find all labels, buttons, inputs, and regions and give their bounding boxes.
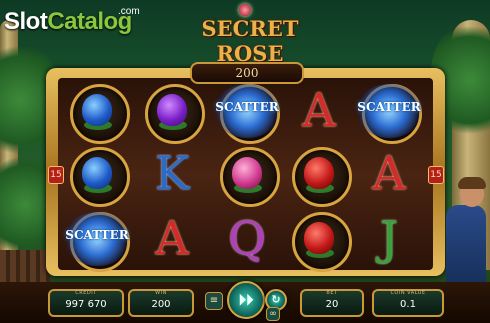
reel-5-symbol-1: SCATTER — [354, 80, 424, 144]
reel-4-symbol-1: A — [284, 80, 354, 140]
letter-j-symbol: J — [379, 211, 399, 265]
bet-value: 20 — [325, 299, 339, 310]
logo-suffix: .com — [118, 6, 140, 17]
credit-panel: CREDIT 997 670 — [48, 289, 124, 317]
bet-panel[interactable]: BET 20 — [300, 289, 364, 317]
scatter-label: SCATTER — [357, 100, 421, 114]
red-rose-icon — [304, 157, 334, 189]
bet-label: BET — [326, 290, 338, 296]
spin-play-icon: ⏵⏵ — [238, 291, 254, 309]
reel-5-symbol-3: J — [354, 208, 424, 268]
scatter-label: SCATTER — [65, 228, 129, 242]
win-panel: WIN 200 — [128, 289, 194, 317]
scatter-label: SCATTER — [215, 100, 279, 114]
spin-button[interactable]: ⏵⏵ — [227, 281, 265, 319]
pink-rose-icon — [232, 157, 262, 189]
logo-text-slot: Slot — [4, 8, 48, 35]
letter-q-symbol: Q — [228, 211, 266, 265]
coin-value-panel[interactable]: COIN VALUE 0.1 — [372, 289, 444, 317]
gardener-body — [446, 205, 486, 285]
letter-a-symbol: A — [155, 211, 189, 265]
coin-value-label: COIN VALUE — [390, 290, 426, 296]
reel-3-symbol-1: SCATTER — [212, 80, 282, 144]
reel-3-symbol-2 — [212, 143, 282, 207]
reel-3-symbol-3: Q — [212, 208, 282, 268]
reel-5-symbol-2: A — [354, 143, 424, 203]
reel-2-symbol-1 — [137, 80, 207, 144]
blue-rose-icon — [82, 157, 112, 189]
win-value: 200 — [151, 299, 171, 310]
reel-1-symbol-1 — [62, 80, 132, 144]
coin-value: 0.1 — [400, 299, 416, 310]
reel-2-symbol-2: K — [137, 143, 207, 203]
win-label: WIN — [155, 290, 167, 296]
reel-1-symbol-3: SCATTER — [62, 208, 132, 272]
letter-a-symbol: A — [302, 83, 336, 137]
slotcatalog-logo: SlotCatalog — [4, 8, 132, 36]
letter-a-symbol: A — [372, 146, 406, 200]
game-screen: SlotCatalog .com SECRET ROSE 200 15 15 S… — [0, 0, 490, 323]
infinity-button[interactable]: ∞ — [266, 307, 280, 321]
gardener-hair — [458, 177, 486, 189]
red-rose-icon — [304, 222, 334, 254]
reel-1-symbol-2 — [62, 143, 132, 207]
game-title: SECRET ROSE — [201, 16, 299, 66]
reel-2-symbol-3: A — [137, 208, 207, 268]
reel-4-symbol-3 — [284, 208, 354, 272]
credit-label: CREDIT — [75, 290, 97, 296]
menu-button[interactable]: ≡ — [205, 292, 223, 310]
reel-4-symbol-2 — [284, 143, 354, 207]
infinity-icon: ∞ — [269, 309, 277, 319]
title-gem-icon — [239, 4, 251, 16]
purple-rose-icon — [157, 94, 187, 126]
credit-value: 997 670 — [65, 299, 107, 310]
letter-k-symbol: K — [154, 146, 190, 200]
blue-rose-icon — [82, 94, 112, 126]
stack-menu-icon: ≡ — [209, 295, 219, 306]
